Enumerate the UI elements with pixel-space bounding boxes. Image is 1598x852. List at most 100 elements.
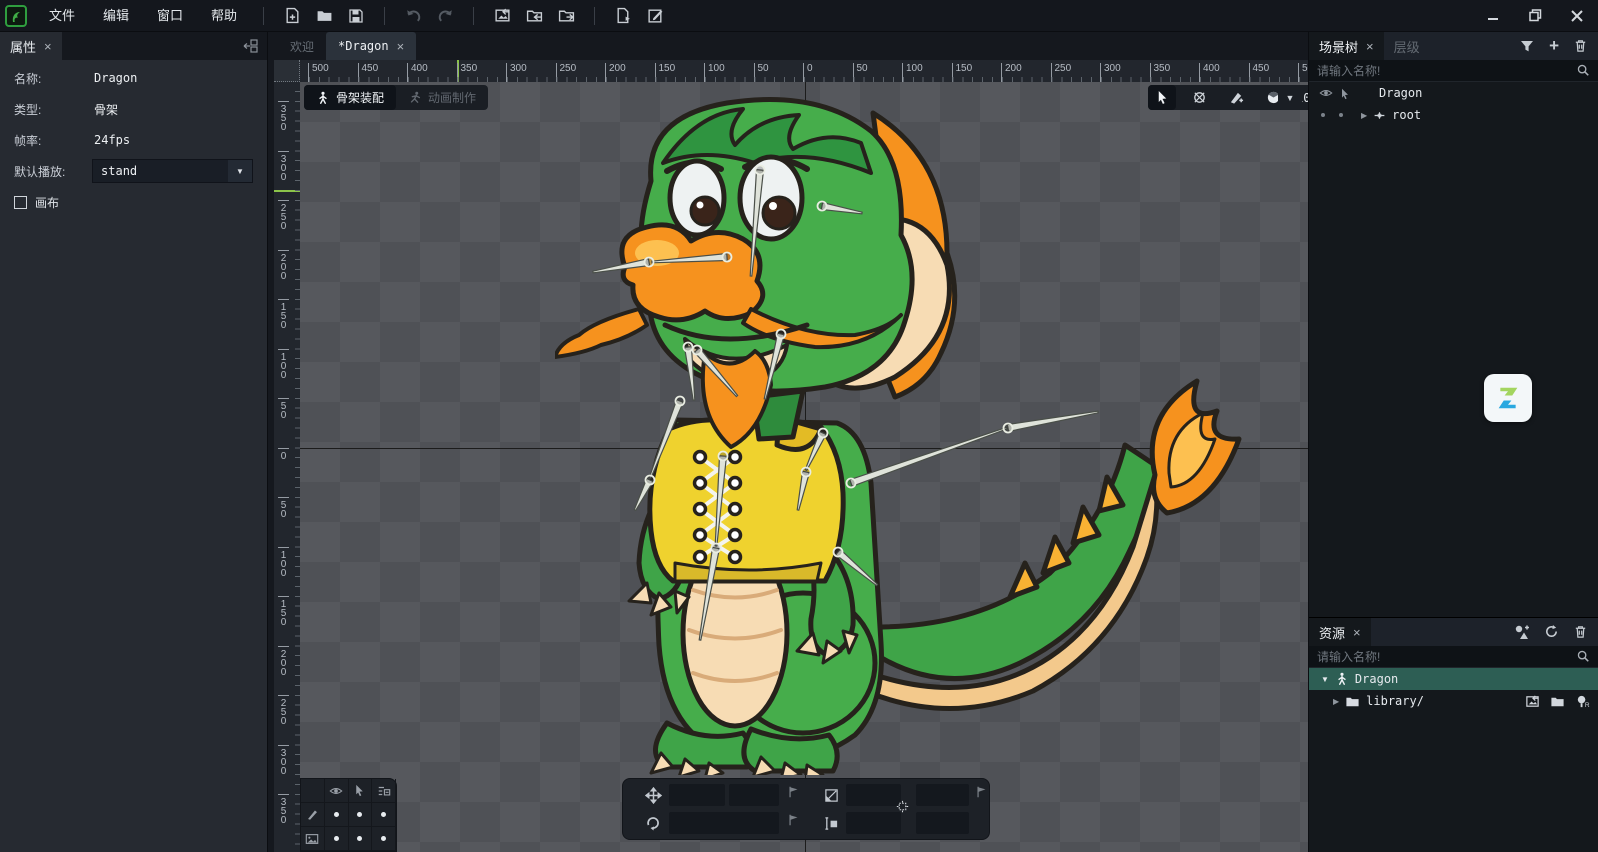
bone-joint[interactable]: [719, 452, 728, 461]
zoom-dropdown-button[interactable]: ▼: [1278, 85, 1302, 110]
bone-joint[interactable]: [712, 544, 721, 553]
delete-node-icon[interactable]: [1573, 37, 1588, 55]
add-image-icon[interactable]: [1525, 693, 1540, 708]
bone-visible-toggle[interactable]: [325, 803, 349, 827]
shear-y-input[interactable]: [916, 812, 969, 834]
tree-row-root[interactable]: ▶ root: [1309, 104, 1598, 126]
menu-file[interactable]: 文件: [35, 0, 89, 32]
expander-icon[interactable]: ▶: [1333, 697, 1339, 706]
marquee-tool-button[interactable]: [1185, 85, 1213, 110]
locate-resource-icon[interactable]: [1575, 693, 1590, 708]
bone-joint[interactable]: [756, 166, 765, 175]
vertical-ruler[interactable]: 3503002502001501005005010015020025030035…: [274, 82, 300, 852]
tab-scene-tree[interactable]: 场景树 ×: [1309, 32, 1384, 60]
filter-icon[interactable]: [1519, 37, 1535, 55]
lock-dot[interactable]: [1339, 113, 1343, 117]
close-icon[interactable]: ×: [1353, 625, 1361, 640]
eye-icon[interactable]: [1319, 86, 1333, 101]
scale-key-flag-icon[interactable]: [975, 785, 989, 804]
bone-joint[interactable]: [693, 346, 702, 355]
move-y-input[interactable]: [729, 784, 779, 806]
tab-hierarchy[interactable]: 层级: [1384, 32, 1430, 60]
image-layer-icon[interactable]: [301, 827, 325, 851]
open-folder-icon[interactable]: [1550, 693, 1565, 708]
rotate-icon[interactable]: [643, 813, 663, 833]
bone-joint[interactable]: [684, 343, 693, 352]
bone-joint[interactable]: [819, 429, 828, 438]
undo-button[interactable]: [400, 4, 426, 28]
expander-icon[interactable]: ▼: [1321, 675, 1329, 684]
image-selectable-toggle[interactable]: [349, 827, 373, 851]
export-doc-button[interactable]: [610, 4, 636, 28]
horizontal-ruler[interactable]: 5004504003503002502001501005005010015020…: [300, 60, 1308, 82]
bone-joint[interactable]: [1004, 424, 1013, 433]
menu-help[interactable]: 帮助: [197, 0, 251, 32]
default-play-select[interactable]: stand ▼: [92, 159, 253, 183]
dragon-artwork[interactable]: [555, 85, 1245, 775]
scale-icon[interactable]: [821, 785, 841, 805]
move-x-input[interactable]: [669, 784, 725, 806]
eye-icon[interactable]: [325, 779, 349, 803]
menu-edit[interactable]: 编辑: [89, 0, 143, 32]
expander-icon[interactable]: ▶: [1361, 111, 1367, 120]
search-icon[interactable]: [1576, 62, 1590, 80]
bone-joint[interactable]: [818, 202, 827, 211]
bone-joint[interactable]: [676, 397, 685, 406]
redo-button[interactable]: [432, 4, 458, 28]
close-icon[interactable]: ×: [397, 39, 405, 54]
delete-resource-icon[interactable]: [1573, 623, 1588, 641]
resource-row-dragon[interactable]: ▼ Dragon: [1309, 668, 1598, 690]
menu-window[interactable]: 窗口: [143, 0, 197, 32]
add-resource-icon[interactable]: [1514, 623, 1530, 641]
cursor-icon[interactable]: [349, 779, 373, 803]
bone-joint[interactable]: [723, 253, 732, 262]
chevron-down-icon[interactable]: ▼: [228, 160, 252, 182]
bone-option-toggle[interactable]: [372, 803, 396, 827]
bone-joint[interactable]: [646, 476, 655, 485]
resources-search-input[interactable]: [1317, 650, 1576, 664]
close-button[interactable]: [1556, 0, 1598, 32]
image-visible-toggle[interactable]: [325, 827, 349, 851]
bone-joint[interactable]: [847, 479, 856, 488]
move-key-flag-icon[interactable]: [787, 785, 801, 804]
brush-add-tool-button[interactable]: [1222, 85, 1250, 110]
export-button[interactable]: [553, 4, 579, 28]
app-logo-icon[interactable]: [5, 5, 27, 27]
search-icon[interactable]: [1576, 648, 1590, 666]
bone-joint[interactable]: [834, 548, 843, 557]
import-button[interactable]: [521, 4, 547, 28]
close-icon[interactable]: ×: [1366, 39, 1374, 54]
rotate-key-flag-icon[interactable]: [787, 813, 801, 832]
minimize-button[interactable]: [1472, 0, 1514, 32]
canvas-checkbox[interactable]: [14, 196, 27, 209]
tab-dragon[interactable]: *Dragon ×: [326, 32, 416, 60]
close-icon[interactable]: ×: [44, 39, 52, 54]
restore-button[interactable]: [1514, 0, 1556, 32]
resource-row-library[interactable]: ▶ library/: [1309, 690, 1598, 712]
list-settings-icon[interactable]: [372, 779, 396, 803]
canvas-viewport[interactable]: 骨架装配 动画制作 100% ▼: [300, 82, 1308, 852]
move-icon[interactable]: [643, 785, 663, 805]
shear-x-input[interactable]: [846, 812, 901, 834]
bone-joint[interactable]: [777, 330, 786, 339]
dock-layout-icon[interactable]: [243, 37, 267, 55]
visibility-dot[interactable]: [1321, 113, 1325, 117]
cursor-icon[interactable]: [1339, 86, 1351, 100]
tab-welcome[interactable]: 欢迎: [278, 32, 326, 60]
new-file-button[interactable]: [279, 4, 305, 28]
scene-search-input[interactable]: [1317, 64, 1576, 78]
ruler-corner[interactable]: [274, 60, 300, 82]
select-tool-button[interactable]: [1148, 85, 1176, 110]
edit-mode-button[interactable]: [642, 4, 668, 28]
mode-animate-button[interactable]: 动画制作: [396, 85, 488, 110]
open-file-button[interactable]: [311, 4, 337, 28]
refresh-icon[interactable]: [1544, 623, 1559, 641]
add-node-icon[interactable]: +: [1549, 36, 1559, 56]
bone-joint[interactable]: [802, 468, 811, 477]
mode-rig-button[interactable]: 骨架装配: [304, 85, 396, 110]
shear-icon[interactable]: [821, 813, 841, 833]
tab-resources[interactable]: 资源 ×: [1309, 618, 1371, 646]
bone-layer-icon[interactable]: [301, 803, 325, 827]
scale-x-input[interactable]: [846, 784, 901, 806]
save-button[interactable]: [343, 4, 369, 28]
